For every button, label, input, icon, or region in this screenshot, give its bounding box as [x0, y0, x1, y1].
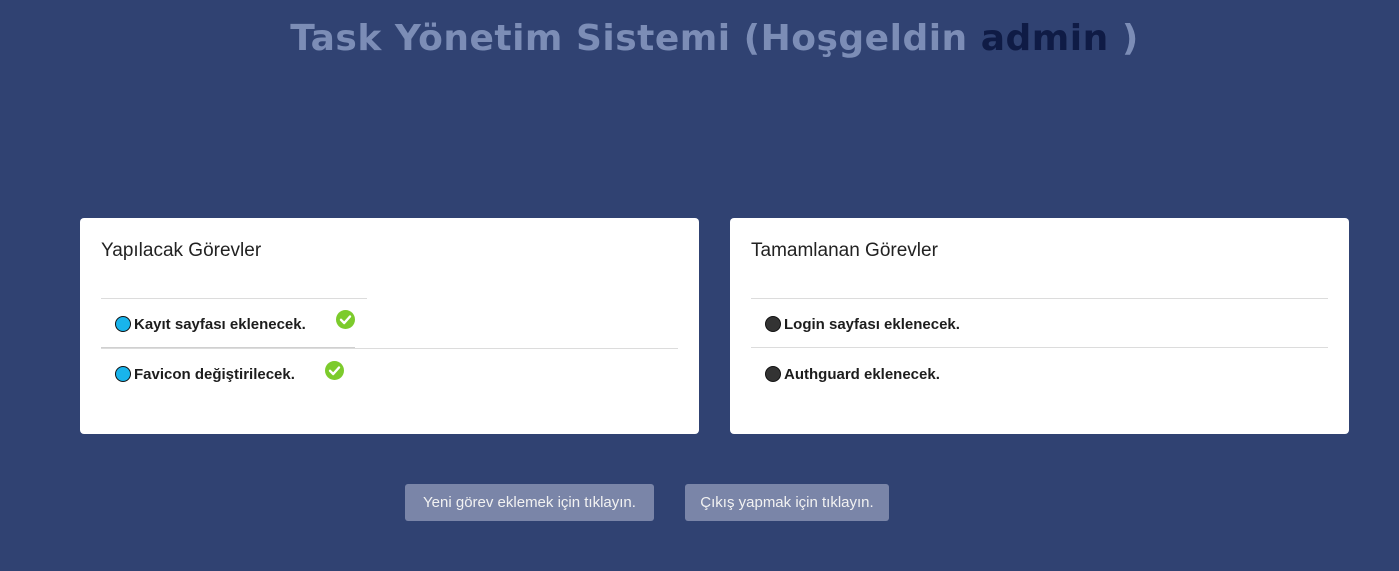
completed-tasks-card: Tamamlanan Görevler Login sayfası eklene… — [730, 218, 1349, 434]
check-circle-icon[interactable] — [336, 310, 355, 329]
pending-tasks-title: Yapılacak Görevler — [101, 240, 262, 261]
completed-tasks-title: Tamamlanan Görevler — [751, 240, 938, 261]
divider — [751, 347, 1328, 348]
task-label: Authguard eklenecek. — [784, 365, 940, 383]
circle-bullet-icon — [765, 316, 781, 332]
logout-button[interactable]: Çıkış yapmak için tıklayın. — [685, 484, 889, 521]
divider — [101, 348, 678, 349]
task-label: Favicon değiştirilecek. — [134, 365, 295, 383]
user-name: admin — [980, 18, 1109, 59]
page-title: Task Yönetim Sistemi (Hoşgeldin admin ) — [0, 18, 1399, 59]
title-suffix: ) — [1121, 18, 1139, 59]
pending-tasks-card: Yapılacak Görevler Kayıt sayfası eklenec… — [80, 218, 699, 434]
circle-bullet-icon — [115, 366, 131, 382]
completed-task-item: Login sayfası eklenecek. — [751, 300, 960, 348]
check-circle-icon[interactable] — [325, 361, 344, 380]
add-task-button[interactable]: Yeni görev eklemek için tıklayın. — [405, 484, 654, 521]
pending-task-item[interactable]: Kayıt sayfası eklenecek. — [101, 300, 306, 348]
pending-task-item[interactable]: Favicon değiştirilecek. — [101, 350, 295, 398]
divider — [751, 298, 1328, 299]
task-label: Kayıt sayfası eklenecek. — [134, 315, 306, 333]
title-prefix: Task Yönetim Sistemi (Hoşgeldin — [290, 18, 968, 59]
completed-task-item: Authguard eklenecek. — [751, 350, 940, 398]
circle-bullet-icon — [765, 366, 781, 382]
task-label: Login sayfası eklenecek. — [784, 315, 960, 333]
page: Task Yönetim Sistemi (Hoşgeldin admin ) … — [0, 0, 1399, 571]
circle-bullet-icon — [115, 316, 131, 332]
divider — [101, 298, 367, 299]
